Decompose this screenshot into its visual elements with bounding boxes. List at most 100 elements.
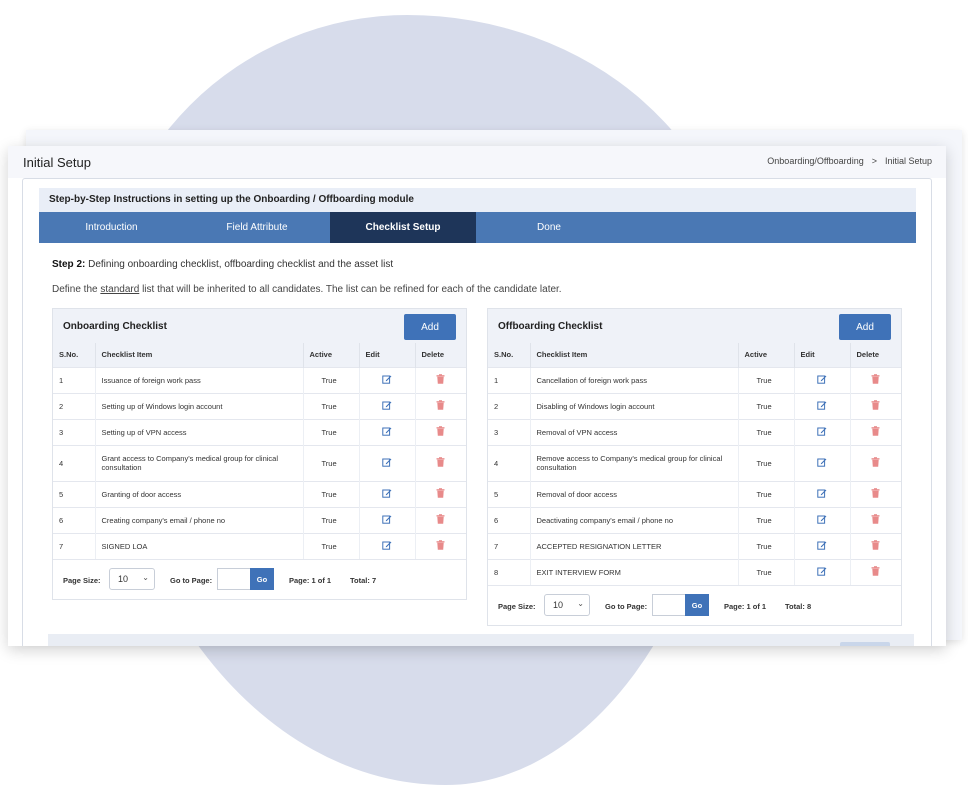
offboarding-add-button[interactable]: Add bbox=[839, 314, 891, 340]
trash-icon[interactable] bbox=[871, 566, 880, 577]
row-item: Issuance of foreign work pass bbox=[95, 366, 304, 393]
row-sno: 4 bbox=[488, 444, 531, 481]
edit-icon[interactable] bbox=[382, 514, 392, 524]
table-header-row: S.No. Checklist Item Active Edit Delete bbox=[488, 343, 901, 367]
edit-icon[interactable] bbox=[382, 426, 392, 436]
edit-icon[interactable] bbox=[817, 457, 827, 467]
edit-icon[interactable] bbox=[817, 566, 827, 576]
tab-field-attribute[interactable]: Field Attribute bbox=[184, 212, 330, 243]
row-active: True bbox=[303, 392, 360, 419]
trash-icon[interactable] bbox=[436, 374, 445, 384]
row-edit-cell bbox=[359, 480, 416, 507]
standard-link: standard bbox=[100, 284, 140, 295]
trash-icon[interactable] bbox=[871, 457, 880, 467]
trash-icon[interactable] bbox=[436, 400, 445, 410]
step-description: Step 2: Defining onboarding checklist, o… bbox=[52, 259, 393, 270]
goto-page-input[interactable] bbox=[652, 594, 685, 616]
row-delete-cell bbox=[415, 444, 466, 481]
edit-icon[interactable] bbox=[817, 540, 827, 550]
trash-icon[interactable] bbox=[436, 514, 445, 524]
trash-icon[interactable] bbox=[871, 514, 880, 524]
row-sno: 1 bbox=[488, 366, 531, 393]
row-delete-cell bbox=[850, 532, 901, 559]
edit-icon[interactable] bbox=[817, 374, 827, 384]
page-info: Page: 1 of 1 bbox=[724, 602, 767, 611]
edit-icon[interactable] bbox=[382, 400, 392, 410]
chevron-down-icon: ⌄ bbox=[142, 573, 149, 582]
define-text-after: list that will be inherited to all candi… bbox=[139, 284, 562, 295]
column-header-edit: Edit bbox=[359, 343, 416, 367]
row-sno: 4 bbox=[53, 444, 96, 481]
next-section-button[interactable] bbox=[840, 642, 890, 646]
go-button[interactable]: Go bbox=[685, 594, 709, 616]
column-header-edit: Edit bbox=[794, 343, 851, 367]
row-item: Grant access to Company's medical group … bbox=[95, 444, 304, 481]
row-item: Granting of door access bbox=[95, 480, 304, 507]
tab-checklist-setup[interactable]: Checklist Setup bbox=[330, 212, 476, 243]
row-sno: 8 bbox=[488, 558, 531, 585]
row-active: True bbox=[738, 418, 795, 445]
tab-done[interactable]: Done bbox=[476, 212, 622, 243]
trash-icon[interactable] bbox=[871, 374, 880, 384]
edit-icon[interactable] bbox=[382, 488, 392, 498]
offboarding-table: S.No. Checklist Item Active Edit Delete … bbox=[488, 343, 901, 585]
row-delete-cell bbox=[415, 392, 466, 419]
onboarding-checklist-title: Onboarding Checklist bbox=[63, 321, 167, 332]
row-sno: 2 bbox=[53, 392, 96, 419]
edit-icon[interactable] bbox=[382, 374, 392, 384]
next-section-header bbox=[48, 634, 914, 646]
row-active: True bbox=[738, 366, 795, 393]
row-item: Remove access to Company's medical group… bbox=[530, 444, 739, 481]
instructions-title: Step-by-Step Instructions in setting up … bbox=[39, 188, 916, 212]
edit-icon[interactable] bbox=[817, 426, 827, 436]
table-row: 1 Issuance of foreign work pass True bbox=[53, 366, 466, 393]
row-edit-cell bbox=[359, 366, 416, 393]
row-active: True bbox=[303, 366, 360, 393]
edit-icon[interactable] bbox=[817, 400, 827, 410]
tab-introduction[interactable]: Introduction bbox=[39, 212, 184, 243]
row-edit-cell bbox=[359, 444, 416, 481]
trash-icon[interactable] bbox=[871, 540, 880, 550]
goto-page-input[interactable] bbox=[217, 568, 250, 590]
trash-icon[interactable] bbox=[436, 457, 445, 467]
onboarding-table: S.No. Checklist Item Active Edit Delete … bbox=[53, 343, 466, 559]
row-sno: 6 bbox=[488, 506, 531, 533]
page-size-select[interactable]: 10 ⌄ bbox=[109, 568, 155, 590]
edit-icon[interactable] bbox=[382, 457, 392, 467]
edit-icon[interactable] bbox=[817, 488, 827, 498]
go-button[interactable]: Go bbox=[250, 568, 274, 590]
page-info: Page: 1 of 1 bbox=[289, 576, 332, 585]
row-active: True bbox=[738, 480, 795, 507]
trash-icon[interactable] bbox=[871, 426, 880, 436]
page-size-label: Page Size: bbox=[498, 602, 536, 611]
onboarding-add-button[interactable]: Add bbox=[404, 314, 456, 340]
row-active: True bbox=[738, 532, 795, 559]
row-item: Creating company's email / phone no bbox=[95, 506, 304, 533]
goto-page-label: Go to Page: bbox=[605, 602, 648, 611]
row-active: True bbox=[303, 532, 360, 559]
table-row: 6 Deactivating company's email / phone no… bbox=[488, 506, 901, 533]
page-size-select[interactable]: 10 ⌄ bbox=[544, 594, 590, 616]
row-sno: 7 bbox=[53, 532, 96, 559]
step-text: Defining onboarding checklist, offboardi… bbox=[85, 259, 394, 270]
step-label: Step 2: bbox=[52, 259, 86, 270]
row-delete-cell bbox=[415, 366, 466, 393]
trash-icon[interactable] bbox=[436, 540, 445, 551]
breadcrumb-item-module[interactable]: Onboarding/Offboarding bbox=[767, 156, 863, 166]
page-size-value: 10 bbox=[553, 600, 564, 610]
breadcrumb-separator: > bbox=[871, 156, 877, 166]
wizard-tabs: Introduction Field Attribute Checklist S… bbox=[39, 212, 916, 243]
trash-icon[interactable] bbox=[436, 488, 445, 498]
table-header-row: S.No. Checklist Item Active Edit Delete bbox=[53, 343, 466, 367]
trash-icon[interactable] bbox=[436, 426, 445, 436]
onboarding-checklist: Onboarding Checklist Add S.No. Checklist… bbox=[52, 308, 467, 600]
trash-icon[interactable] bbox=[871, 488, 880, 498]
row-active: True bbox=[738, 392, 795, 419]
instructions-container: Step-by-Step Instructions in setting up … bbox=[39, 188, 916, 646]
edit-icon[interactable] bbox=[382, 540, 392, 550]
trash-icon[interactable] bbox=[871, 400, 880, 410]
edit-icon[interactable] bbox=[817, 514, 827, 524]
onboarding-pager: Page Size: 10 ⌄ Go to Page: Go Page: 1 of… bbox=[53, 559, 466, 599]
row-edit-cell bbox=[794, 558, 851, 585]
offboarding-checklist: Offboarding Checklist Add S.No. Checklis… bbox=[487, 308, 902, 626]
